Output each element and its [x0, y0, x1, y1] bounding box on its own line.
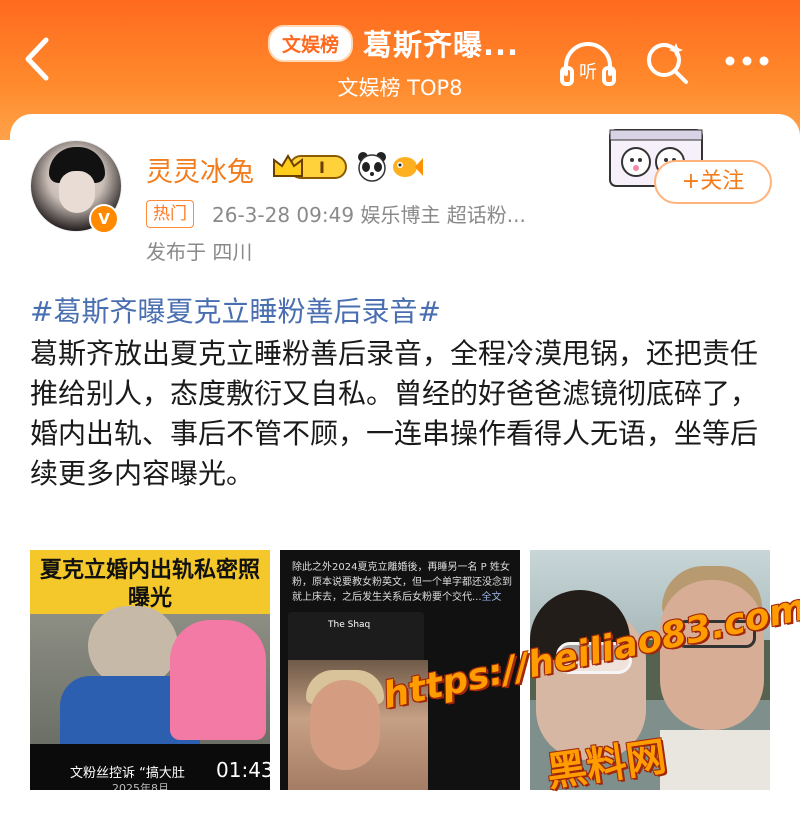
verified-badge: V [89, 204, 119, 234]
screenshot-text-body: 除此之外2024夏克立離婚後，再睡另一名 P 姓女粉，原本说要教女粉英文，但一个… [292, 562, 512, 603]
search-button[interactable] [644, 40, 690, 86]
phone-screen-title: The Shaq [328, 620, 371, 630]
username[interactable]: 灵灵冰兔 [146, 150, 254, 189]
more-button[interactable] [722, 52, 772, 70]
level-crown-icon: I [273, 154, 347, 179]
headphones-icon: 听 [560, 42, 616, 86]
hashtag-link[interactable]: #葛斯齐曝夏克立睡粉善后录音# [30, 290, 441, 330]
follow-button[interactable]: +关注 [654, 160, 772, 204]
screenshot-text: 除此之外2024夏克立離婚後，再睡另一名 P 姓女粉，原本说要教女粉英文，但一个… [292, 560, 512, 605]
video-date: 2025年8月 [112, 782, 169, 790]
screenshot-more-link: 全文 [481, 592, 502, 603]
post-location: 发布于 四川 [146, 240, 253, 264]
listen-label: 听 [579, 62, 597, 83]
page-title: 葛斯齐曝... [363, 28, 520, 62]
post-image-1[interactable]: 夏克立婚内出轨私密照 曝光 文粉丝控诉 “搞大肚 2025年8月 01:43 [30, 550, 270, 790]
level-badge-text: I [319, 158, 325, 177]
header-title-group: 文娱榜 葛斯齐曝... [268, 22, 519, 64]
listen-button[interactable]: 听 [560, 40, 616, 88]
post-meta: 26-3-28 09:49 娱乐博主 超话粉... [212, 203, 526, 227]
post-body: 葛斯齐放出夏克立睡粉善后录音，全程冷漠甩锅，还把责任推给别人，态度敷衍又自私。曾… [30, 337, 759, 490]
fish-icon [393, 157, 423, 177]
hot-tag: 热门 [146, 200, 194, 228]
more-dots-icon [725, 56, 769, 66]
video-duration: 01:43 [216, 758, 270, 782]
panda-icon [358, 152, 386, 182]
search-icon [647, 43, 688, 84]
video-subtitle: 文粉丝控诉 “搞大肚 [70, 766, 185, 781]
board-badge[interactable]: 文娱榜 [268, 24, 354, 62]
